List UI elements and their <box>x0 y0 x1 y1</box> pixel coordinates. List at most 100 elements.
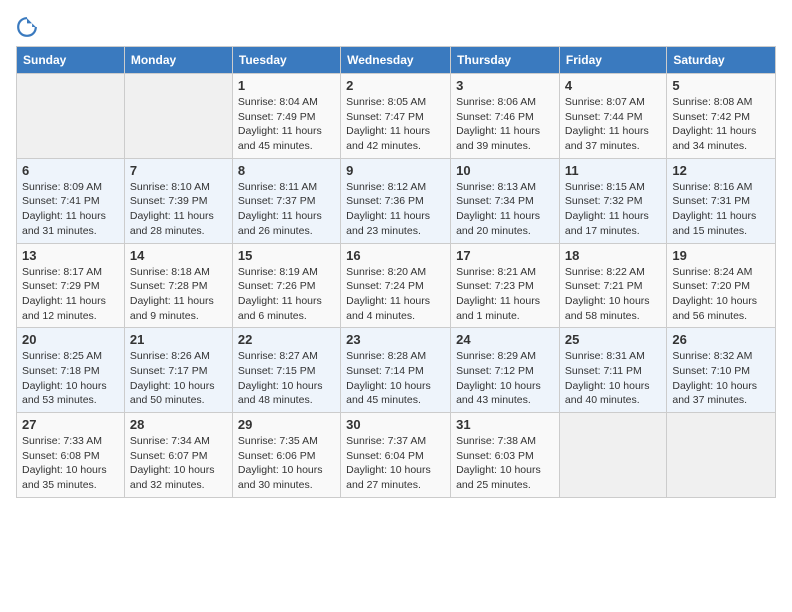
calendar-cell: 2 Sunrise: 8:05 AM Sunset: 7:47 PM Daylig… <box>341 74 451 159</box>
day-header-monday: Monday <box>124 47 232 74</box>
calendar-cell: 15 Sunrise: 8:19 AM Sunset: 7:26 PM Dayli… <box>232 243 340 328</box>
day-info: Sunrise: 8:12 AM Sunset: 7:36 PM Dayligh… <box>346 180 445 239</box>
calendar-cell: 30Sunrise: 7:37 AM Sunset: 6:04 PM Dayli… <box>341 413 451 498</box>
day-number: 31 <box>456 417 554 432</box>
day-header-thursday: Thursday <box>451 47 560 74</box>
calendar-header-row: SundayMondayTuesdayWednesdayThursdayFrid… <box>17 47 776 74</box>
day-info: Sunrise: 8:32 AM Sunset: 7:10 PM Dayligh… <box>672 349 770 408</box>
calendar-cell <box>667 413 776 498</box>
day-info: Sunrise: 8:04 AM Sunset: 7:49 PM Dayligh… <box>238 95 335 154</box>
day-number: 1 <box>238 78 335 93</box>
day-info: Sunrise: 8:20 AM Sunset: 7:24 PM Dayligh… <box>346 265 445 324</box>
calendar-cell: 3 Sunrise: 8:06 AM Sunset: 7:46 PM Daylig… <box>451 74 560 159</box>
calendar-cell <box>17 74 125 159</box>
day-info: Sunrise: 8:24 AM Sunset: 7:20 PM Dayligh… <box>672 265 770 324</box>
calendar-cell: 19 Sunrise: 8:24 AM Sunset: 7:20 PM Dayli… <box>667 243 776 328</box>
day-number: 4 <box>565 78 661 93</box>
day-number: 9 <box>346 163 445 178</box>
day-number: 16 <box>346 248 445 263</box>
day-info: Sunrise: 8:07 AM Sunset: 7:44 PM Dayligh… <box>565 95 661 154</box>
calendar-cell: 1 Sunrise: 8:04 AM Sunset: 7:49 PM Daylig… <box>232 74 340 159</box>
day-info: Sunrise: 7:38 AM Sunset: 6:03 PM Dayligh… <box>456 434 554 493</box>
day-number: 19 <box>672 248 770 263</box>
day-number: 25 <box>565 332 661 347</box>
calendar-week-row: 27Sunrise: 7:33 AM Sunset: 6:08 PM Dayli… <box>17 413 776 498</box>
calendar-cell: 12Sunrise: 8:16 AM Sunset: 7:31 PM Dayli… <box>667 158 776 243</box>
day-number: 29 <box>238 417 335 432</box>
day-info: Sunrise: 8:18 AM Sunset: 7:28 PM Dayligh… <box>130 265 227 324</box>
day-info: Sunrise: 7:34 AM Sunset: 6:07 PM Dayligh… <box>130 434 227 493</box>
calendar-week-row: 20Sunrise: 8:25 AM Sunset: 7:18 PM Dayli… <box>17 328 776 413</box>
day-header-friday: Friday <box>559 47 666 74</box>
calendar-cell: 9 Sunrise: 8:12 AM Sunset: 7:36 PM Daylig… <box>341 158 451 243</box>
calendar-cell: 26 Sunrise: 8:32 AM Sunset: 7:10 PM Dayli… <box>667 328 776 413</box>
calendar-cell: 8Sunrise: 8:11 AM Sunset: 7:37 PM Daylig… <box>232 158 340 243</box>
calendar-cell: 21Sunrise: 8:26 AM Sunset: 7:17 PM Dayli… <box>124 328 232 413</box>
day-number: 6 <box>22 163 119 178</box>
day-info: Sunrise: 8:13 AM Sunset: 7:34 PM Dayligh… <box>456 180 554 239</box>
day-info: Sunrise: 8:26 AM Sunset: 7:17 PM Dayligh… <box>130 349 227 408</box>
day-number: 11 <box>565 163 661 178</box>
day-info: Sunrise: 8:08 AM Sunset: 7:42 PM Dayligh… <box>672 95 770 154</box>
day-number: 15 <box>238 248 335 263</box>
day-info: Sunrise: 8:05 AM Sunset: 7:47 PM Dayligh… <box>346 95 445 154</box>
calendar-cell: 5 Sunrise: 8:08 AM Sunset: 7:42 PM Daylig… <box>667 74 776 159</box>
calendar-cell: 23 Sunrise: 8:28 AM Sunset: 7:14 PM Dayli… <box>341 328 451 413</box>
logo <box>16 16 42 38</box>
day-number: 10 <box>456 163 554 178</box>
day-info: Sunrise: 7:35 AM Sunset: 6:06 PM Dayligh… <box>238 434 335 493</box>
day-info: Sunrise: 8:06 AM Sunset: 7:46 PM Dayligh… <box>456 95 554 154</box>
day-info: Sunrise: 8:16 AM Sunset: 7:31 PM Dayligh… <box>672 180 770 239</box>
calendar-cell: 22Sunrise: 8:27 AM Sunset: 7:15 PM Dayli… <box>232 328 340 413</box>
day-number: 20 <box>22 332 119 347</box>
day-number: 26 <box>672 332 770 347</box>
day-info: Sunrise: 8:15 AM Sunset: 7:32 PM Dayligh… <box>565 180 661 239</box>
calendar-cell: 6 Sunrise: 8:09 AM Sunset: 7:41 PM Daylig… <box>17 158 125 243</box>
day-number: 23 <box>346 332 445 347</box>
day-header-sunday: Sunday <box>17 47 125 74</box>
calendar-cell: 11 Sunrise: 8:15 AM Sunset: 7:32 PM Dayli… <box>559 158 666 243</box>
day-number: 7 <box>130 163 227 178</box>
calendar-week-row: 13 Sunrise: 8:17 AM Sunset: 7:29 PM Dayli… <box>17 243 776 328</box>
calendar-cell <box>124 74 232 159</box>
calendar-cell <box>559 413 666 498</box>
day-number: 13 <box>22 248 119 263</box>
day-info: Sunrise: 8:27 AM Sunset: 7:15 PM Dayligh… <box>238 349 335 408</box>
day-info: Sunrise: 7:33 AM Sunset: 6:08 PM Dayligh… <box>22 434 119 493</box>
day-header-wednesday: Wednesday <box>341 47 451 74</box>
day-number: 8 <box>238 163 335 178</box>
day-info: Sunrise: 8:19 AM Sunset: 7:26 PM Dayligh… <box>238 265 335 324</box>
calendar-cell: 29 Sunrise: 7:35 AM Sunset: 6:06 PM Dayli… <box>232 413 340 498</box>
day-number: 24 <box>456 332 554 347</box>
day-header-saturday: Saturday <box>667 47 776 74</box>
calendar-cell: 24 Sunrise: 8:29 AM Sunset: 7:12 PM Dayli… <box>451 328 560 413</box>
day-number: 18 <box>565 248 661 263</box>
calendar-cell: 7 Sunrise: 8:10 AM Sunset: 7:39 PM Daylig… <box>124 158 232 243</box>
day-number: 30 <box>346 417 445 432</box>
calendar-week-row: 1 Sunrise: 8:04 AM Sunset: 7:49 PM Daylig… <box>17 74 776 159</box>
calendar-cell: 13 Sunrise: 8:17 AM Sunset: 7:29 PM Dayli… <box>17 243 125 328</box>
calendar-cell: 28Sunrise: 7:34 AM Sunset: 6:07 PM Dayli… <box>124 413 232 498</box>
day-info: Sunrise: 8:31 AM Sunset: 7:11 PM Dayligh… <box>565 349 661 408</box>
calendar-week-row: 6 Sunrise: 8:09 AM Sunset: 7:41 PM Daylig… <box>17 158 776 243</box>
logo-icon <box>16 16 38 38</box>
calendar-cell: 14 Sunrise: 8:18 AM Sunset: 7:28 PM Dayli… <box>124 243 232 328</box>
day-number: 14 <box>130 248 227 263</box>
calendar-cell: 18 Sunrise: 8:22 AM Sunset: 7:21 PM Dayli… <box>559 243 666 328</box>
calendar-table: SundayMondayTuesdayWednesdayThursdayFrid… <box>16 46 776 498</box>
day-number: 5 <box>672 78 770 93</box>
calendar-cell: 27Sunrise: 7:33 AM Sunset: 6:08 PM Dayli… <box>17 413 125 498</box>
day-info: Sunrise: 8:09 AM Sunset: 7:41 PM Dayligh… <box>22 180 119 239</box>
calendar-cell: 16 Sunrise: 8:20 AM Sunset: 7:24 PM Dayli… <box>341 243 451 328</box>
day-header-tuesday: Tuesday <box>232 47 340 74</box>
day-info: Sunrise: 8:10 AM Sunset: 7:39 PM Dayligh… <box>130 180 227 239</box>
day-info: Sunrise: 8:28 AM Sunset: 7:14 PM Dayligh… <box>346 349 445 408</box>
day-number: 3 <box>456 78 554 93</box>
day-info: Sunrise: 8:22 AM Sunset: 7:21 PM Dayligh… <box>565 265 661 324</box>
day-info: Sunrise: 8:29 AM Sunset: 7:12 PM Dayligh… <box>456 349 554 408</box>
day-number: 17 <box>456 248 554 263</box>
day-info: Sunrise: 8:17 AM Sunset: 7:29 PM Dayligh… <box>22 265 119 324</box>
calendar-cell: 4 Sunrise: 8:07 AM Sunset: 7:44 PM Daylig… <box>559 74 666 159</box>
day-number: 2 <box>346 78 445 93</box>
calendar-cell: 20Sunrise: 8:25 AM Sunset: 7:18 PM Dayli… <box>17 328 125 413</box>
